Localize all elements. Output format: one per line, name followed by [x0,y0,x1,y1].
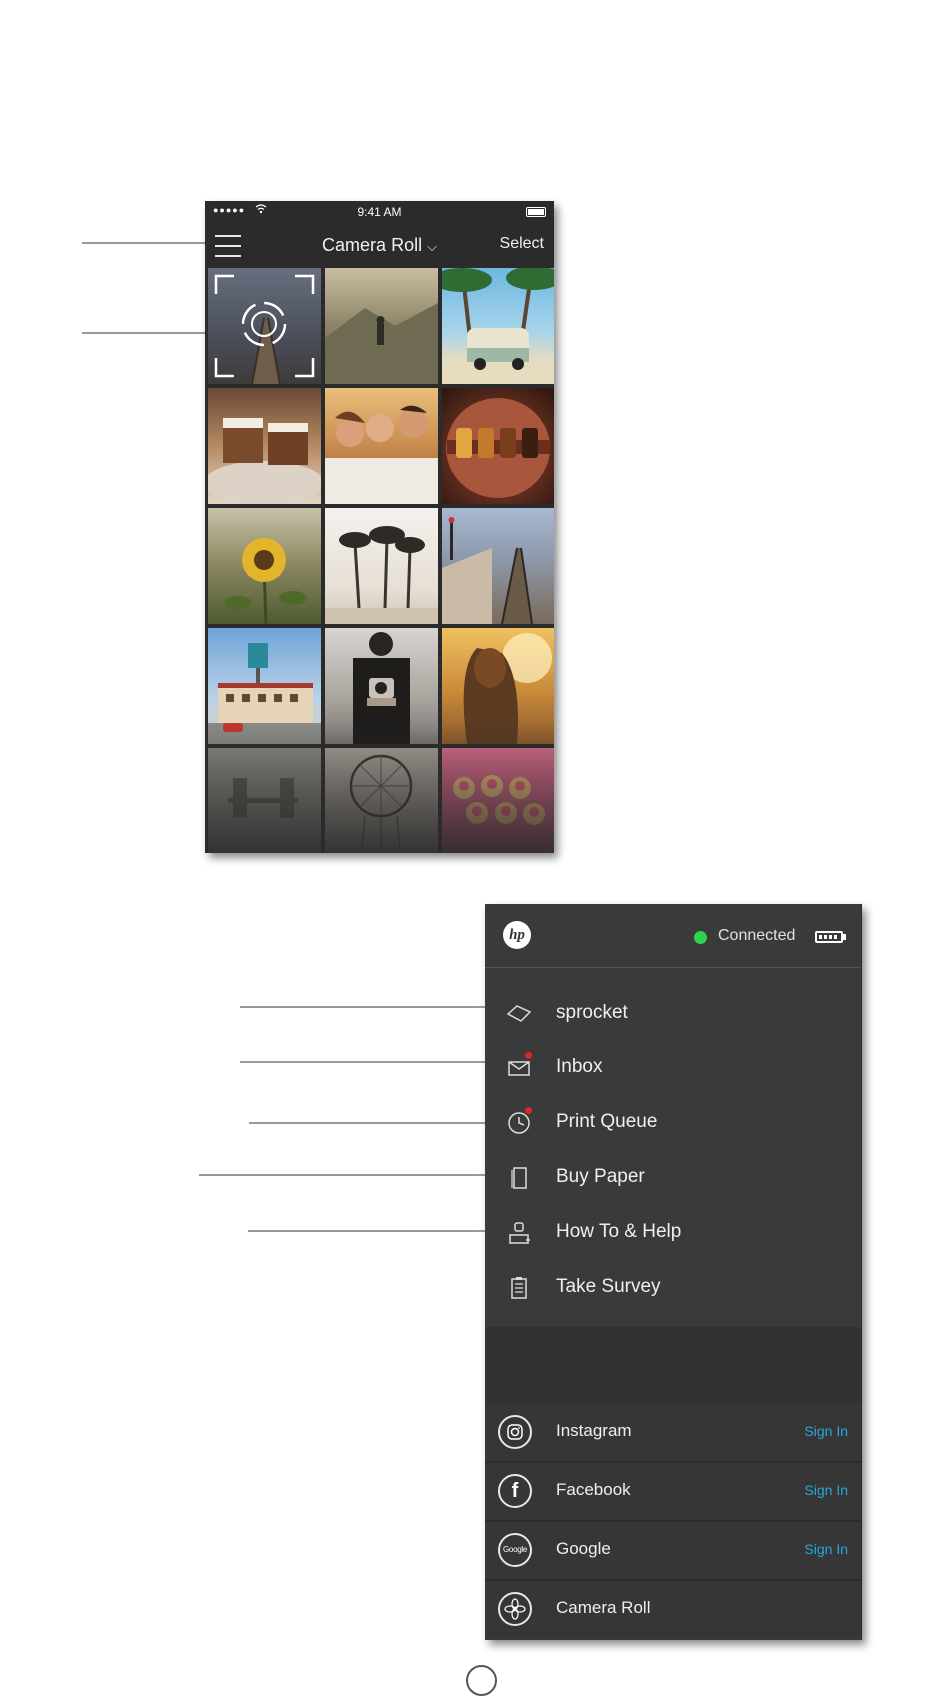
photo-thumbnail[interactable] [208,628,321,744]
menu-item-inbox[interactable]: Inbox [485,1044,861,1094]
album-title: Camera Roll [322,235,423,255]
scan-tile[interactable] [208,268,321,384]
photo-thumbnail[interactable] [442,748,554,853]
facebook-icon: f [498,1474,532,1508]
photo-thumbnail[interactable] [325,508,438,624]
battery-icon [815,931,843,943]
callout-line-inbox [240,1061,492,1063]
photo-thumbnail[interactable] [442,268,554,384]
photo-thumbnail[interactable] [325,748,438,853]
google-icon: Google [498,1533,532,1567]
scan-icon [208,268,321,384]
menu-item-label: Print Queue [556,1111,658,1132]
sign-in-link[interactable]: Sign In [804,1482,848,1498]
menu-item-label: Take Survey [556,1276,661,1297]
main-menu-panel: hp Connected sprocket Inbox Print Queue … [485,904,862,1640]
sign-in-link[interactable]: Sign In [804,1541,848,1557]
help-icon [509,1222,530,1244]
menu-item-label: How To & Help [556,1221,682,1242]
social-label: Instagram [556,1421,632,1440]
callout-line-help [248,1230,492,1232]
callout-line-scan [82,332,212,334]
photo-thumbnail[interactable] [442,508,554,624]
sprocket-icon [506,1005,532,1022]
photo-thumbnail[interactable] [442,628,554,744]
menu-item-help[interactable]: How To & Help [485,1209,861,1259]
menu-item-label: sprocket [556,1002,628,1023]
notification-badge [525,1052,532,1059]
social-row-camera-roll[interactable]: Camera Roll [485,1581,861,1638]
menu-drawer: hp Connected sprocket Inbox Print Queue … [485,904,861,1640]
chevron-down-icon: ⌵ [427,239,437,254]
callout-line-print-queue [249,1122,492,1124]
menu-item-sprocket[interactable]: sprocket [485,990,861,1040]
clock-time: 9:41 AM [357,205,402,219]
social-row-facebook[interactable]: f Facebook Sign In [485,1463,861,1522]
nav-bar: Camera Roll ⌵ Select [205,223,554,267]
page-number-circle [466,1665,497,1696]
menu-spacer [485,1327,861,1404]
photo-thumbnail[interactable] [325,628,438,744]
hp-logo: hp [503,921,531,949]
sign-in-link[interactable]: Sign In [804,1423,848,1439]
select-button[interactable]: Select [500,235,544,253]
callout-line-menu [82,242,210,244]
battery-icon [526,207,546,217]
photo-grid [208,268,554,853]
menu-item-buy-paper[interactable]: Buy Paper [485,1154,861,1204]
social-label: Camera Roll [556,1598,651,1617]
clipboard-icon [511,1277,527,1299]
camera-roll-screen: ●●●●● 9:41 AM Camera Roll ⌵ Select [205,201,554,853]
social-row-instagram[interactable]: Instagram Sign In [485,1404,861,1463]
callout-line-buy-paper [199,1174,492,1176]
photo-thumbnail[interactable] [208,508,321,624]
photo-thumbnail[interactable] [325,388,438,504]
camera-roll-icon [498,1592,532,1626]
photo-thumbnail[interactable] [208,388,321,504]
connection-status-dot [694,931,707,944]
menu-item-print-queue[interactable]: Print Queue [485,1099,861,1149]
menu-header: hp Connected [485,904,861,968]
underlying-screen-edge [861,904,862,1640]
notification-badge [525,1107,532,1114]
photo-thumbnail[interactable] [442,388,554,504]
social-row-google[interactable]: Google Google Sign In [485,1522,861,1581]
menu-item-take-survey[interactable]: Take Survey [485,1264,861,1314]
social-label: Facebook [556,1480,631,1499]
paper-icon [511,1167,527,1189]
menu-item-label: Inbox [556,1056,603,1077]
instagram-icon [498,1415,532,1449]
photo-thumbnail[interactable] [208,748,321,853]
callout-line-sprocket [240,1006,492,1008]
menu-item-label: Buy Paper [556,1166,645,1187]
status-bar: ●●●●● 9:41 AM [205,201,554,223]
social-label: Google [556,1539,611,1558]
connection-status: Connected [718,927,796,944]
photo-thumbnail[interactable] [325,268,438,384]
